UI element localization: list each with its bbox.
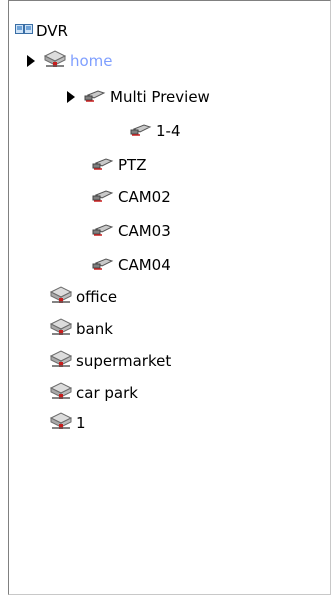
tree-node-label: PTZ [118, 156, 147, 174]
camera-icon [129, 122, 153, 140]
expand-arrow-icon[interactable] [67, 91, 75, 103]
tree-node-label: home [70, 52, 113, 70]
tree-node-label: bank [76, 320, 113, 338]
tree-node-cam02[interactable]: CAM02 [91, 185, 173, 209]
expand-arrow-icon[interactable] [27, 55, 35, 67]
tree-node-label: CAM02 [118, 188, 171, 206]
tree-node-supermarket[interactable]: supermarket [49, 349, 173, 373]
tree-node-label: Multi Preview [110, 88, 210, 106]
tree-node-label: 1-4 [156, 122, 181, 140]
tree-node-car-park[interactable]: car park [49, 381, 140, 405]
tree-node-ptz[interactable]: PTZ [91, 153, 148, 177]
tree-node-label: DVR [36, 22, 68, 40]
camera-icon [91, 156, 115, 174]
camera-icon [91, 222, 115, 240]
tree-node-label: 1 [76, 414, 86, 432]
tree-node-label: car park [76, 384, 138, 402]
dvr-icon [15, 22, 33, 40]
camera-icon [83, 88, 107, 106]
tree-node-cam03[interactable]: CAM03 [91, 219, 173, 243]
server-icon [49, 318, 73, 340]
server-icon [43, 50, 67, 72]
device-tree-panel: DVR home Multi Preview 1-4 PTZ CAM02 CAM… [8, 0, 331, 595]
tree-node-label: office [76, 288, 118, 306]
camera-icon [91, 188, 115, 206]
tree-node-bank[interactable]: bank [49, 317, 115, 341]
tree-node-multi-preview[interactable]: Multi Preview [67, 85, 212, 109]
server-icon [49, 412, 73, 434]
tree-node-cam04[interactable]: CAM04 [91, 253, 173, 277]
camera-icon [91, 256, 115, 274]
tree-node-home[interactable]: home [27, 49, 115, 73]
tree-node-label: supermarket [76, 352, 172, 370]
tree-node-1-4[interactable]: 1-4 [129, 119, 183, 143]
tree-node-label: CAM03 [118, 222, 171, 240]
tree-node-1[interactable]: 1 [49, 411, 88, 435]
server-icon [49, 286, 73, 308]
tree-node-dvr[interactable]: DVR [15, 19, 70, 43]
tree-node-office[interactable]: office [49, 285, 119, 309]
tree-node-label: CAM04 [118, 256, 171, 274]
server-icon [49, 382, 73, 404]
server-icon [49, 350, 73, 372]
